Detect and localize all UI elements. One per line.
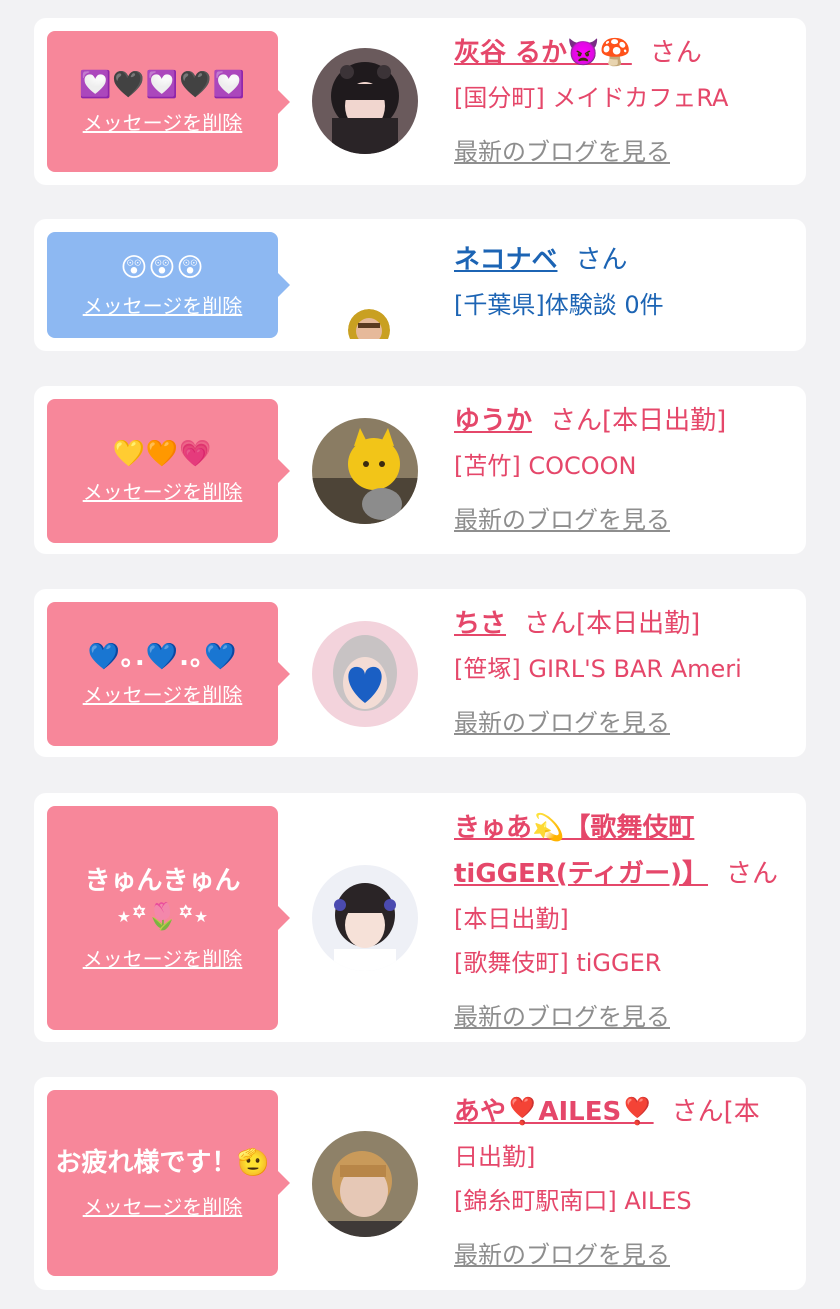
- avatar[interactable]: [312, 48, 418, 154]
- message-bubble: 💟🖤💟🖤💟 メッセージを削除: [47, 31, 290, 172]
- honorific: さん: [550, 406, 603, 436]
- message-text: 💛🧡💗: [112, 439, 213, 469]
- avatar[interactable]: [312, 418, 418, 524]
- message-bubble: 💛🧡💗 メッセージを削除: [47, 399, 290, 543]
- message-card: お疲れ様です！🫡 メッセージを削除 あや❣️AILES❣️ さん[本 日出勤] […: [34, 1077, 806, 1290]
- avatar[interactable]: [312, 621, 418, 727]
- delete-message-link[interactable]: メッセージを削除: [83, 945, 243, 973]
- avatar[interactable]: [312, 865, 418, 971]
- area-shop: [苫竹] COCOON: [454, 452, 637, 480]
- message-text: お疲れ様です！🫡: [55, 1148, 270, 1178]
- delete-message-link[interactable]: メッセージを削除: [83, 292, 243, 320]
- area-reviews: [千葉県]体験談 0件: [454, 291, 664, 319]
- delete-message-link[interactable]: メッセージを削除: [83, 478, 243, 506]
- latest-blog-link[interactable]: 最新のブログを見る: [454, 701, 670, 745]
- user-info: 灰谷 るか👿🍄 さん [国分町] メイドカフェRA 最新のブログを見る: [454, 30, 788, 174]
- message-bubble: 💙｡.💙.｡💙 メッセージを削除: [47, 602, 290, 746]
- user-info: ちさ さん[本日出勤] [笹塚] GIRL'S BAR Ameri 最新のブログを…: [454, 601, 788, 745]
- message-bubble: 😲😲😲 メッセージを削除: [47, 232, 290, 338]
- delete-message-link[interactable]: メッセージを削除: [83, 109, 243, 137]
- message-card: きゅんきゅん ⋆꙳🌷꙳⋆ メッセージを削除 きゅあ💫【歌舞伎町 tiGGER(テ…: [34, 793, 806, 1042]
- message-text: 💙｡.💙.｡💙: [87, 642, 238, 672]
- user-info: あや❣️AILES❣️ さん[本 日出勤] [錦糸町駅南口] AILES 最新のブ…: [454, 1089, 788, 1277]
- honorific: さん: [649, 38, 702, 68]
- delete-message-link[interactable]: メッセージを削除: [83, 1193, 243, 1221]
- user-info: ネコナベ さん [千葉県]体験談 0件: [454, 237, 788, 327]
- attendance-status-line1: [本: [723, 1097, 760, 1127]
- delete-message-link[interactable]: メッセージを削除: [83, 681, 243, 709]
- attendance-status-line2: 日出勤]: [454, 1143, 536, 1171]
- honorific: さん: [671, 1097, 724, 1127]
- user-name-link-line2[interactable]: tiGGER(ティガー)】: [454, 859, 708, 889]
- area-shop: [国分町] メイドカフェRA: [454, 84, 729, 112]
- user-name-link[interactable]: あや❣️AILES❣️: [454, 1097, 654, 1127]
- honorific: さん: [524, 609, 577, 639]
- honorific: さん: [726, 859, 779, 889]
- message-bubble: きゅんきゅん ⋆꙳🌷꙳⋆ メッセージを削除: [47, 806, 290, 1030]
- message-card: 😲😲😲 メッセージを削除 ネコナベ さん [千葉県]体験談 0件: [34, 219, 806, 351]
- message-card: 💙｡.💙.｡💙 メッセージを削除 ちさ さん[本日出勤] [笹塚] GIRL'S …: [34, 589, 806, 757]
- avatar[interactable]: [312, 1131, 418, 1237]
- avatar[interactable]: [348, 309, 390, 339]
- area-shop: [歌舞伎町] tiGGER: [454, 949, 662, 977]
- user-info: きゅあ💫【歌舞伎町 tiGGER(ティガー)】 さん [本日出勤] [歌舞伎町] …: [454, 805, 788, 1039]
- message-list: 💟🖤💟🖤💟 メッセージを削除 灰谷 るか👿🍄 さん [国分町] メイドカフェRA …: [0, 0, 840, 1309]
- message-text: 😲😲😲: [120, 253, 205, 283]
- honorific: さん: [575, 245, 628, 275]
- user-name-link[interactable]: ゆうか: [454, 406, 532, 436]
- user-name-link-line1[interactable]: きゅあ💫【歌舞伎町: [454, 813, 694, 843]
- user-info: ゆうか さん[本日出勤] [苫竹] COCOON 最新のブログを見る: [454, 398, 788, 542]
- user-name-link[interactable]: 灰谷 るか👿🍄: [454, 38, 632, 68]
- area-shop: [笹塚] GIRL'S BAR Ameri: [454, 655, 742, 683]
- message-card: 💛🧡💗 メッセージを削除 ゆうか さん[本日出勤] [苫竹] COCOON 最新の…: [34, 386, 806, 554]
- attendance-status: [本日出勤]: [602, 406, 727, 436]
- user-name-link[interactable]: ちさ: [454, 609, 506, 639]
- latest-blog-link[interactable]: 最新のブログを見る: [454, 130, 670, 174]
- latest-blog-link[interactable]: 最新のブログを見る: [454, 995, 670, 1039]
- message-text: 💟🖤💟🖤💟: [79, 69, 246, 100]
- message-card: 💟🖤💟🖤💟 メッセージを削除 灰谷 るか👿🍄 さん [国分町] メイドカフェRA …: [34, 18, 806, 185]
- message-text: きゅんきゅん ⋆꙳🌷꙳⋆: [84, 866, 241, 932]
- area-shop: [錦糸町駅南口] AILES: [454, 1187, 692, 1215]
- message-bubble: お疲れ様です！🫡 メッセージを削除: [47, 1090, 290, 1276]
- latest-blog-link[interactable]: 最新のブログを見る: [454, 1233, 670, 1277]
- latest-blog-link[interactable]: 最新のブログを見る: [454, 498, 670, 542]
- attendance-status: [本日出勤]: [454, 905, 569, 933]
- attendance-status: [本日出勤]: [576, 609, 701, 639]
- user-name-link[interactable]: ネコナベ: [454, 245, 557, 275]
